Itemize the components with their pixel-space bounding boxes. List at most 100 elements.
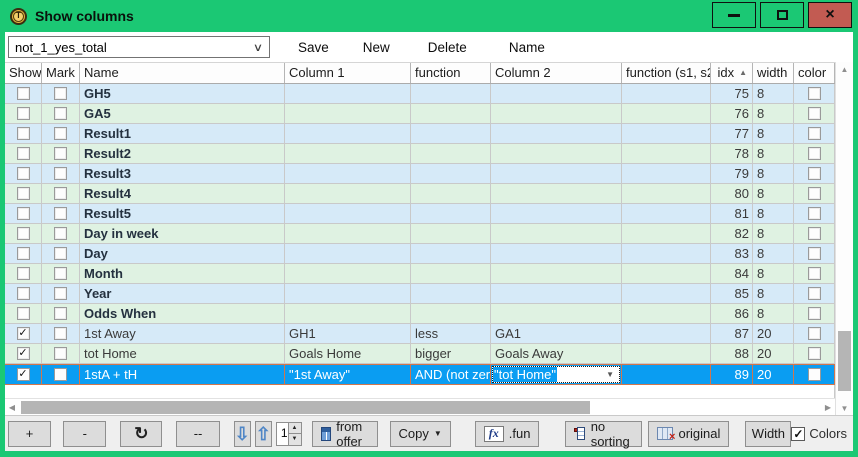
remove-row-button[interactable]: - (63, 421, 106, 447)
table-row[interactable]: ✓tot HomeGoals HomebiggerGoals Away8820 (5, 344, 835, 364)
mark-checkbox[interactable] (54, 187, 67, 200)
show-checkbox[interactable] (17, 167, 30, 180)
vertical-scrollbar[interactable]: ▲ ▼ (835, 62, 853, 415)
color-checkbox[interactable] (808, 227, 821, 240)
maximize-button[interactable] (760, 2, 804, 28)
color-checkbox[interactable] (808, 327, 821, 340)
column-header-width[interactable]: width (753, 63, 794, 83)
column-header-column1[interactable]: Column 1 (285, 63, 411, 83)
original-button[interactable]: × original (648, 421, 729, 447)
color-checkbox[interactable] (808, 287, 821, 300)
scroll-left-icon[interactable]: ◀ (5, 403, 19, 412)
color-checkbox[interactable] (808, 247, 821, 260)
minimize-button[interactable] (712, 2, 756, 28)
show-checkbox[interactable] (17, 267, 30, 280)
color-checkbox[interactable] (808, 187, 821, 200)
color-checkbox[interactable] (808, 207, 821, 220)
table-row[interactable]: Result4808 (5, 184, 835, 204)
show-checkbox[interactable] (17, 147, 30, 160)
color-checkbox[interactable] (808, 267, 821, 280)
no-sorting-button[interactable]: no sorting (565, 421, 642, 447)
mark-checkbox[interactable] (54, 147, 67, 160)
table-row[interactable]: Result1778 (5, 124, 835, 144)
width-button[interactable]: Width (745, 421, 791, 447)
name-button[interactable]: Name (503, 36, 551, 59)
color-checkbox[interactable] (808, 347, 821, 360)
horizontal-scroll-thumb[interactable] (21, 401, 590, 414)
column-header-idx[interactable]: idx▲ (711, 63, 753, 83)
column-header-name[interactable]: Name (80, 63, 285, 83)
color-checkbox[interactable] (808, 147, 821, 160)
mark-checkbox[interactable] (54, 87, 67, 100)
save-button[interactable]: Save (292, 36, 335, 59)
column-header-function[interactable]: function (411, 63, 491, 83)
mark-checkbox[interactable] (54, 167, 67, 180)
fun-button[interactable]: fx .fun (475, 421, 540, 447)
show-checkbox[interactable]: ✓ (17, 368, 30, 381)
show-checkbox[interactable] (17, 307, 30, 320)
mark-checkbox[interactable] (54, 127, 67, 140)
colors-toggle[interactable]: ✓ Colors (791, 426, 847, 441)
delete-button[interactable]: Delete (422, 36, 473, 59)
scroll-right-icon[interactable]: ▶ (821, 403, 835, 412)
mark-checkbox[interactable] (54, 207, 67, 220)
show-checkbox[interactable] (17, 287, 30, 300)
mark-checkbox[interactable] (54, 307, 67, 320)
preset-combobox[interactable]: not_1_yes_total ∨ (8, 36, 270, 58)
table-row[interactable]: Result5818 (5, 204, 835, 224)
move-down-button[interactable]: ⇩ (234, 421, 251, 447)
color-checkbox[interactable] (808, 127, 821, 140)
refresh-button[interactable]: ↻ (120, 421, 162, 447)
color-checkbox[interactable] (808, 87, 821, 100)
color-checkbox[interactable] (808, 307, 821, 320)
table-row[interactable]: GH5758 (5, 84, 835, 104)
position-spinner[interactable]: 1 ▲ ▼ (276, 422, 302, 446)
scroll-up-icon[interactable]: ▲ (836, 62, 853, 76)
table-row[interactable]: Month848 (5, 264, 835, 284)
color-checkbox[interactable] (808, 167, 821, 180)
table-row[interactable]: ✓1st AwayGH1lessGA18720 (5, 324, 835, 344)
copy-dropdown-button[interactable]: Copy ▼ (390, 421, 451, 447)
mark-checkbox[interactable] (54, 107, 67, 120)
column-header-column2[interactable]: Column 2 (491, 63, 622, 83)
table-row[interactable]: Odds When868 (5, 304, 835, 324)
show-checkbox[interactable] (17, 227, 30, 240)
mark-checkbox[interactable] (54, 227, 67, 240)
mark-checkbox[interactable] (54, 368, 67, 381)
mark-checkbox[interactable] (54, 287, 67, 300)
remove-all-button[interactable]: -- (176, 421, 219, 447)
horizontal-scrollbar[interactable]: ◀ ▶ (5, 398, 835, 415)
table-row[interactable]: ✓1stA + tH"1st Away"AND (not zero)"tot H… (5, 364, 835, 385)
mark-checkbox[interactable] (54, 347, 67, 360)
column-header-color[interactable]: color (794, 63, 835, 83)
column2-editor-combobox[interactable]: "tot Home"▼ (492, 366, 620, 383)
add-row-button[interactable]: + (8, 421, 51, 447)
scroll-down-icon[interactable]: ▼ (836, 401, 853, 415)
mark-checkbox[interactable] (54, 267, 67, 280)
color-checkbox[interactable] (808, 368, 821, 381)
from-offer-button[interactable]: from offer (312, 421, 378, 447)
mark-checkbox[interactable] (54, 247, 67, 260)
spin-up-icon[interactable]: ▲ (289, 423, 301, 435)
show-checkbox[interactable]: ✓ (17, 347, 30, 360)
show-checkbox[interactable] (17, 187, 30, 200)
move-up-button[interactable]: ⇧ (255, 421, 272, 447)
chevron-down-icon[interactable]: ▼ (606, 370, 614, 379)
color-checkbox[interactable] (808, 107, 821, 120)
colors-checkbox[interactable]: ✓ (791, 427, 805, 441)
column-header-function_s1_s2[interactable]: function (s1, s2) (622, 63, 711, 83)
spin-down-icon[interactable]: ▼ (289, 434, 301, 445)
show-checkbox[interactable] (17, 87, 30, 100)
table-row[interactable]: Result3798 (5, 164, 835, 184)
table-row[interactable]: Year858 (5, 284, 835, 304)
table-row[interactable]: Result2788 (5, 144, 835, 164)
show-checkbox[interactable] (17, 107, 30, 120)
mark-checkbox[interactable] (54, 327, 67, 340)
column-header-show[interactable]: Show (5, 63, 42, 83)
vertical-scroll-thumb[interactable] (838, 331, 851, 391)
table-row[interactable]: Day in week828 (5, 224, 835, 244)
show-checkbox[interactable]: ✓ (17, 327, 30, 340)
column-header-mark[interactable]: Mark (42, 63, 80, 83)
show-checkbox[interactable] (17, 207, 30, 220)
table-row[interactable]: GA5768 (5, 104, 835, 124)
